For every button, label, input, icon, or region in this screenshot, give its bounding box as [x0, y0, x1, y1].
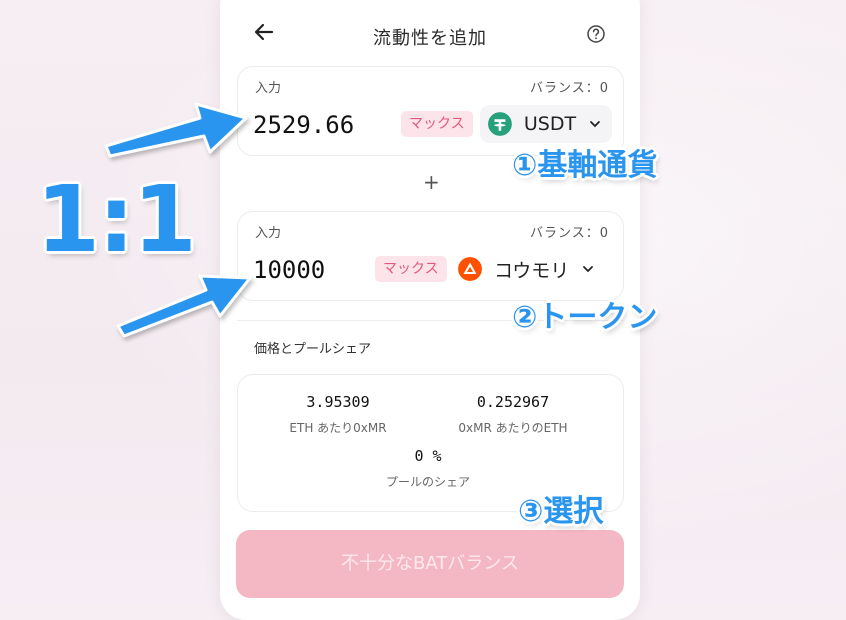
bat-icon: [458, 257, 482, 281]
base-currency-annotation: ①基軸通貨: [512, 148, 658, 183]
rate-value: 3.95309: [306, 393, 370, 411]
balance-text: バランス：0: [529, 81, 609, 96]
token-name: USDT: [523, 113, 577, 135]
ratio-annotation: 1:1: [36, 166, 197, 273]
token-name: コウモリ: [494, 259, 570, 282]
card-header: 流動性を追加: [220, 0, 640, 70]
input-label: 入力: [255, 81, 282, 96]
amount-input-base[interactable]: [253, 111, 403, 139]
help-icon[interactable]: [586, 24, 606, 44]
max-button[interactable]: マックス: [375, 256, 447, 282]
rate-caption: 0xMR あたりのETH: [458, 421, 568, 435]
chevron-down-icon: [590, 121, 600, 128]
rate-value: 0.252967: [476, 393, 550, 411]
usdt-icon: [488, 112, 512, 136]
plus-icon: +: [423, 170, 440, 194]
token-select-bat[interactable]: コウモリ: [450, 250, 610, 288]
chevron-down-icon: [583, 266, 594, 273]
share-caption: プールのシェア: [385, 475, 470, 489]
input-panel-token: 入力 バランス：0 マックス コウモリ: [237, 211, 624, 301]
price-share-title: 価格とプールシェア: [254, 342, 372, 357]
input-label: 入力: [255, 226, 282, 241]
select-annotation: ③選択: [518, 494, 604, 529]
max-button[interactable]: マックス: [401, 111, 473, 137]
supply-button[interactable]: 不十分なBATバランス: [236, 530, 624, 598]
balance-text: バランス：0: [529, 226, 609, 241]
rate-caption: ETH あたり0xMR: [289, 421, 387, 435]
share-value: 0 %: [414, 447, 442, 465]
rate-0xmr-per-eth: 0.252967 0xMR あたりのETH: [428, 393, 598, 436]
pool-share: 0 % プールのシェア: [348, 447, 508, 490]
rate-eth-per-0xmr: 3.95309 ETH あたり0xMR: [258, 393, 418, 436]
token-annotation: ②トークン: [512, 300, 658, 335]
page-title: 流動性を追加: [373, 28, 487, 49]
token-select-usdt[interactable]: USDT: [480, 105, 612, 143]
